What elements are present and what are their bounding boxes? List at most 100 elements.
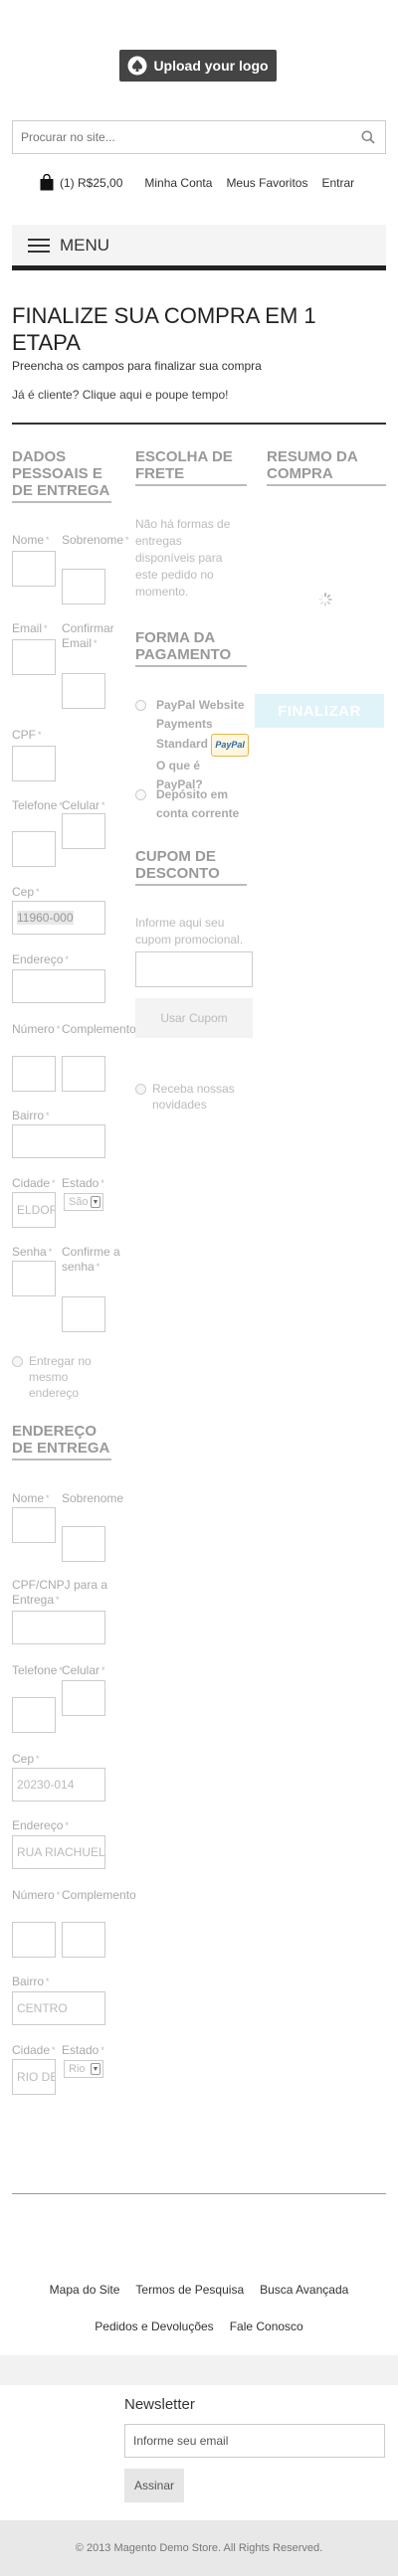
delivery-state-select[interactable]: Rio ▼ bbox=[64, 2060, 103, 2078]
search-input[interactable] bbox=[13, 121, 341, 153]
delivery-address-value: RUA RIACHUELO bbox=[17, 1845, 105, 1859]
delivery-state-value: Rio bbox=[69, 2063, 86, 2075]
state-select[interactable]: São ▼ bbox=[64, 1193, 103, 1211]
checkbox-icon bbox=[12, 1356, 23, 1367]
newsletter-title: Newsletter bbox=[124, 2396, 195, 2413]
same-address-label: Entregar no mesmo endereço bbox=[29, 1354, 92, 1400]
address-label: Endereço * bbox=[12, 952, 69, 966]
delivery-phone-input[interactable] bbox=[12, 1697, 56, 1733]
delivery-district-value: CENTRO bbox=[17, 2001, 68, 2015]
complement-label: Complemento bbox=[62, 1022, 136, 1036]
delivery-cep-input[interactable]: 20230-014 bbox=[12, 1768, 105, 1802]
search-form bbox=[12, 120, 386, 154]
wishlist-link[interactable]: Meus Favoritos bbox=[226, 176, 307, 190]
paypal-logo-icon: PayPal bbox=[211, 734, 249, 757]
footer-links-row-2: Pedidos e Devoluções Fale Conosco bbox=[0, 2319, 398, 2333]
order-summary-heading: RESUMO DA COMPRA bbox=[267, 448, 386, 486]
delivery-complement-label: Complemento bbox=[62, 1888, 136, 1902]
last-name-input[interactable] bbox=[62, 569, 105, 604]
email-input[interactable] bbox=[12, 639, 56, 675]
delivery-address-heading: ENDEREÇO DE ENTREGA bbox=[12, 1423, 111, 1460]
coupon-input[interactable] bbox=[135, 951, 253, 987]
subscribe-button[interactable]: Assinar bbox=[124, 2469, 184, 2502]
newsletter-email-input[interactable]: Informe seu email bbox=[124, 2424, 385, 2458]
copyright-bar: © 2013 Magento Demo Store. All Rights Re… bbox=[0, 2520, 398, 2576]
newsletter-optin-label: Receba nossas novidades bbox=[152, 1082, 235, 1112]
same-address-checkbox[interactable]: Entregar no mesmo endereço bbox=[12, 1353, 117, 1401]
city-value: ELDOR bbox=[17, 1203, 56, 1217]
delivery-cep-value: 20230-014 bbox=[17, 1778, 75, 1792]
mobile-input[interactable] bbox=[62, 813, 105, 849]
complement-input[interactable] bbox=[62, 1056, 105, 1092]
first-name-label: Nome * bbox=[12, 533, 50, 547]
login-link[interactable]: Entrar bbox=[321, 176, 354, 190]
delivery-city-label: Cidade * bbox=[12, 2043, 56, 2057]
cart-link[interactable]: (1) R$25,00 bbox=[40, 174, 122, 191]
finalize-order-button[interactable]: FINALIZAR bbox=[255, 694, 384, 728]
confirm-password-label: Confirme a senha * bbox=[62, 1245, 120, 1274]
city-input[interactable]: ELDOR bbox=[12, 1192, 56, 1228]
last-name-label: Sobrenome * bbox=[62, 533, 129, 547]
apply-coupon-button[interactable]: Usar Cupom bbox=[135, 998, 253, 1038]
delivery-address-input[interactable]: RUA RIACHUELO bbox=[12, 1835, 105, 1869]
number-input[interactable] bbox=[12, 1056, 56, 1092]
confirm-password-input[interactable] bbox=[62, 1296, 105, 1332]
shipping-message: Não há formas de entregas disponíveis pa… bbox=[135, 517, 231, 599]
paypal-option[interactable]: PayPal Website Payments Standard PayPal … bbox=[135, 696, 249, 794]
deposit-option[interactable]: Depósito em conta corrente bbox=[135, 785, 249, 823]
password-input[interactable] bbox=[12, 1261, 56, 1296]
orders-returns-link[interactable]: Pedidos e Devoluções bbox=[95, 2319, 213, 2333]
district-input[interactable] bbox=[12, 1124, 105, 1158]
store-logo[interactable]: Upload your logo bbox=[119, 50, 277, 82]
first-name-input[interactable] bbox=[12, 551, 56, 587]
delivery-cpf-input[interactable] bbox=[12, 1611, 105, 1644]
delivery-district-input[interactable]: CENTRO bbox=[12, 1991, 105, 2025]
newsletter-optin-checkbox[interactable]: Receba nossas novidades bbox=[135, 1081, 255, 1113]
title-divider bbox=[12, 423, 386, 425]
delivery-city-input[interactable]: RIO DE bbox=[12, 2059, 56, 2095]
city-label: Cidade * bbox=[12, 1176, 56, 1190]
paypal-radio[interactable] bbox=[135, 700, 146, 711]
phone-input[interactable] bbox=[12, 831, 56, 867]
newsletter-band bbox=[0, 2355, 398, 2385]
search-terms-link[interactable]: Termos de Pesquisa bbox=[135, 2283, 244, 2297]
shipping-heading: ESCOLHA DE FRETE bbox=[135, 448, 247, 486]
contact-link[interactable]: Fale Conosco bbox=[230, 2319, 303, 2333]
cart-count: (1) bbox=[60, 175, 75, 190]
cpf-input[interactable] bbox=[12, 746, 56, 781]
phone-label: Telefone * bbox=[12, 798, 63, 812]
delivery-number-input[interactable] bbox=[12, 1922, 56, 1958]
address-input[interactable] bbox=[12, 969, 105, 1003]
confirm-email-input[interactable] bbox=[62, 673, 105, 709]
delivery-mobile-input[interactable] bbox=[62, 1680, 105, 1716]
delivery-city-value: RIO DE bbox=[17, 2070, 56, 2084]
loading-spinner-icon bbox=[318, 593, 332, 606]
logo-text: Upload your logo bbox=[153, 58, 269, 74]
login-hint-link[interactable]: Já é cliente? Clique aqui e poupe tempo! bbox=[12, 388, 228, 402]
delivery-complement-input[interactable] bbox=[62, 1922, 105, 1958]
delivery-address-label: Endereço * bbox=[12, 1818, 69, 1832]
confirm-email-label: Confirmar Email * bbox=[62, 621, 114, 650]
cep-label: Cep * bbox=[12, 885, 40, 899]
cep-input[interactable]: 11960-000 bbox=[12, 901, 105, 935]
page-subtitle: Preencha os campos para finalizar sua co… bbox=[12, 359, 262, 373]
deposit-radio[interactable] bbox=[135, 789, 146, 800]
my-account-link[interactable]: Minha Conta bbox=[144, 176, 212, 190]
personal-data-heading: DADOS PESSOAIS E DE ENTREGA bbox=[12, 448, 111, 503]
chevron-down-icon: ▼ bbox=[91, 1196, 100, 1208]
cart-total: R$25,00 bbox=[78, 175, 123, 190]
menu-toggle[interactable]: MENU bbox=[12, 225, 386, 270]
cep-value: 11960-000 bbox=[17, 911, 74, 925]
advanced-search-link[interactable]: Busca Avançada bbox=[260, 2283, 348, 2297]
mobile-label: Celular * bbox=[62, 798, 105, 812]
delivery-state-label: Estado * bbox=[62, 2043, 104, 2057]
search-icon[interactable] bbox=[361, 130, 375, 144]
cpf-label: CPF * bbox=[12, 728, 42, 742]
delivery-first-name-label: Nome * bbox=[12, 1491, 50, 1505]
delivery-first-name-input[interactable] bbox=[12, 1507, 56, 1543]
delivery-district-label: Bairro * bbox=[12, 1975, 50, 1988]
header-links: (1) R$25,00 Minha Conta Meus Favoritos E… bbox=[40, 174, 368, 191]
hamburger-menu-icon bbox=[28, 238, 50, 253]
sitemap-link[interactable]: Mapa do Site bbox=[50, 2283, 120, 2297]
delivery-last-name-input[interactable] bbox=[62, 1526, 105, 1562]
